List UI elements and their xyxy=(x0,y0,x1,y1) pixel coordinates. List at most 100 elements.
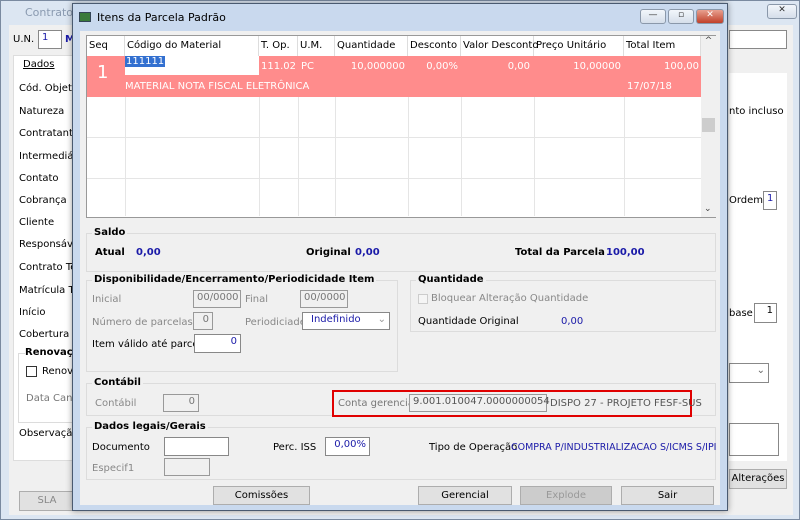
column-header[interactable]: Total Item xyxy=(624,36,701,56)
ordem-label: Ordem xyxy=(729,195,764,206)
atual-label: Atual xyxy=(95,247,125,258)
especif-input[interactable] xyxy=(164,458,210,476)
scroll-up-icon[interactable]: ^ xyxy=(701,36,716,46)
column-header[interactable]: T. Op. xyxy=(259,36,298,56)
quantidade-title: Quantidade xyxy=(416,274,486,285)
vertical-scrollbar[interactable]: ^ ⌄ xyxy=(701,36,716,217)
contabil-input[interactable]: 0 xyxy=(163,394,199,412)
contratos-close-button[interactable]: ✕ xyxy=(767,4,797,19)
column-header[interactable]: U.M. xyxy=(298,36,335,56)
minimize-button[interactable]: — xyxy=(640,9,666,24)
field-label: Contrato Terc xyxy=(19,262,73,273)
cell-desconto: 0,00% xyxy=(426,61,458,72)
table-row[interactable]: 1 111111 111.02 PC 10,000000 0,00% 0,00 … xyxy=(87,56,701,97)
close-button[interactable]: ✕ xyxy=(696,9,724,24)
dados-legais-title: Dados legais/Gerais xyxy=(92,421,208,432)
cell-t-op: 111.02 xyxy=(261,61,296,72)
especif-label: Especif1 xyxy=(92,463,135,474)
contabil-label: Contábil xyxy=(95,398,137,409)
dialog-title: Itens da Parcela Padrão xyxy=(97,11,226,24)
items-grid: Seq Código do Material T. Op. U.M. Quantidad… xyxy=(86,35,716,218)
perc-iss-label: Perc. ISS xyxy=(273,442,317,453)
conta-gerencial-input[interactable]: 9.001.010047.0000000054 xyxy=(409,394,550,412)
quantidade-original-label: Quantidade Original xyxy=(418,316,519,327)
perc-iss-input[interactable]: 0,00% xyxy=(325,437,370,456)
column-header[interactable]: Valor Desconto xyxy=(461,36,538,56)
sair-button[interactable]: Sair xyxy=(621,486,714,505)
inicial-input[interactable]: 00/0000 xyxy=(193,290,241,308)
base-input[interactable]: 1 xyxy=(754,303,777,323)
tab-dados[interactable]: Dados xyxy=(23,59,55,70)
alteracoes-button[interactable]: Alterações xyxy=(729,469,787,489)
saldo-title: Saldo xyxy=(92,227,128,238)
field-label: Natureza xyxy=(19,106,65,117)
column-header[interactable]: Seq xyxy=(87,36,125,56)
tipo-operacao-value: COMPRA P/INDUSTRIALIZACAO S/ICMS S/IPI xyxy=(511,442,717,453)
un-input[interactable]: 1 xyxy=(38,30,62,49)
field-label: Cobrança xyxy=(19,195,67,206)
column-header[interactable]: Desconto xyxy=(408,36,461,56)
observacao-textarea[interactable] xyxy=(729,423,779,456)
item-valido-input[interactable]: 0 xyxy=(194,334,241,353)
gerencial-button[interactable]: Gerencial xyxy=(418,486,512,505)
cell-descricao: MATERIAL NOTA FISCAL ELETRÔNICA xyxy=(125,81,310,92)
tipo-operacao-label: Tipo de Operação xyxy=(429,442,518,453)
field-label: Cobertura xyxy=(19,329,70,340)
num-parcelas-label: Número de parcelas xyxy=(92,317,193,328)
maximize-button[interactable]: ▫ xyxy=(668,9,694,24)
conta-gerencial-description: DISPO 27 - PROJETO FESF-SUS xyxy=(550,398,702,409)
cell-seq: 1 xyxy=(97,62,109,83)
right-panel xyxy=(729,73,787,461)
documento-input[interactable] xyxy=(164,437,229,456)
cell-total-item: 100,00 xyxy=(664,61,699,72)
num-parcelas-input[interactable]: 0 xyxy=(193,312,213,330)
bloquear-checkbox[interactable] xyxy=(418,294,428,304)
explode-button[interactable]: Explode xyxy=(520,486,612,505)
disponibilidade-title: Disponibilidade/Encerramento/Periodicida… xyxy=(92,274,377,285)
chevron-down-icon: ⌄ xyxy=(377,314,386,325)
cell-data: 17/07/18 xyxy=(627,81,672,92)
un-label: U.N. xyxy=(13,34,35,45)
cell-um: PC xyxy=(301,61,315,72)
contabil-title: Contábil xyxy=(92,377,143,388)
column-header[interactable]: Código do Material xyxy=(125,36,259,56)
column-header[interactable]: Preço Unitário xyxy=(534,36,624,56)
total-parcela-label: Total da Parcela xyxy=(515,247,605,258)
field-label: Início xyxy=(19,307,46,318)
item-valido-label: Item válido até parcela xyxy=(92,339,208,350)
field-label: Contato xyxy=(19,173,59,184)
final-label: Final xyxy=(245,294,269,305)
quantidade-original-value: 0,00 xyxy=(561,316,584,327)
column-header[interactable]: Quantidade xyxy=(335,36,408,56)
cell-quantidade: 10,000000 xyxy=(350,61,405,72)
renovacao-checkbox[interactable] xyxy=(26,366,37,377)
total-parcela-value: 100,00 xyxy=(606,247,645,258)
original-value: 0,00 xyxy=(355,247,380,258)
field-label: Cliente xyxy=(19,217,55,228)
renovacao-group xyxy=(18,353,76,423)
comissoes-button[interactable]: Comissões xyxy=(213,486,310,505)
right-input[interactable] xyxy=(729,30,787,49)
original-label: Original xyxy=(306,247,351,258)
periodicidade-select[interactable]: Indefinido ⌄ xyxy=(302,312,390,330)
atual-value: 0,00 xyxy=(136,247,161,258)
field-label: Responsável xyxy=(19,239,73,250)
observacao-label: Observação xyxy=(19,428,79,439)
scroll-down-icon[interactable]: ⌄ xyxy=(704,204,712,214)
periodicidade-value: Indefinido xyxy=(311,314,361,325)
sla-button[interactable]: SLA xyxy=(19,491,75,511)
field-label: Matrícula Terc xyxy=(19,285,73,296)
final-input[interactable]: 00/0000 xyxy=(300,290,348,308)
ordem-input[interactable]: 1 xyxy=(763,191,777,210)
base-label: base xyxy=(729,308,753,319)
cell-codigo[interactable]: 111111 xyxy=(125,56,166,67)
conta-gerencial-label: Conta gerencial xyxy=(338,398,417,409)
cell-preco-unitario: 10,00000 xyxy=(573,61,621,72)
right-dropdown[interactable]: ⌄ xyxy=(729,363,769,383)
cell-valor-desconto: 0,00 xyxy=(507,61,530,72)
codigo-edit[interactable]: 111111 xyxy=(125,56,259,75)
inicial-label: Inicial xyxy=(92,294,122,305)
field-label: Intermediária xyxy=(19,151,73,162)
field-label: Cód. Objeto xyxy=(19,83,73,94)
scroll-thumb[interactable] xyxy=(702,118,715,132)
